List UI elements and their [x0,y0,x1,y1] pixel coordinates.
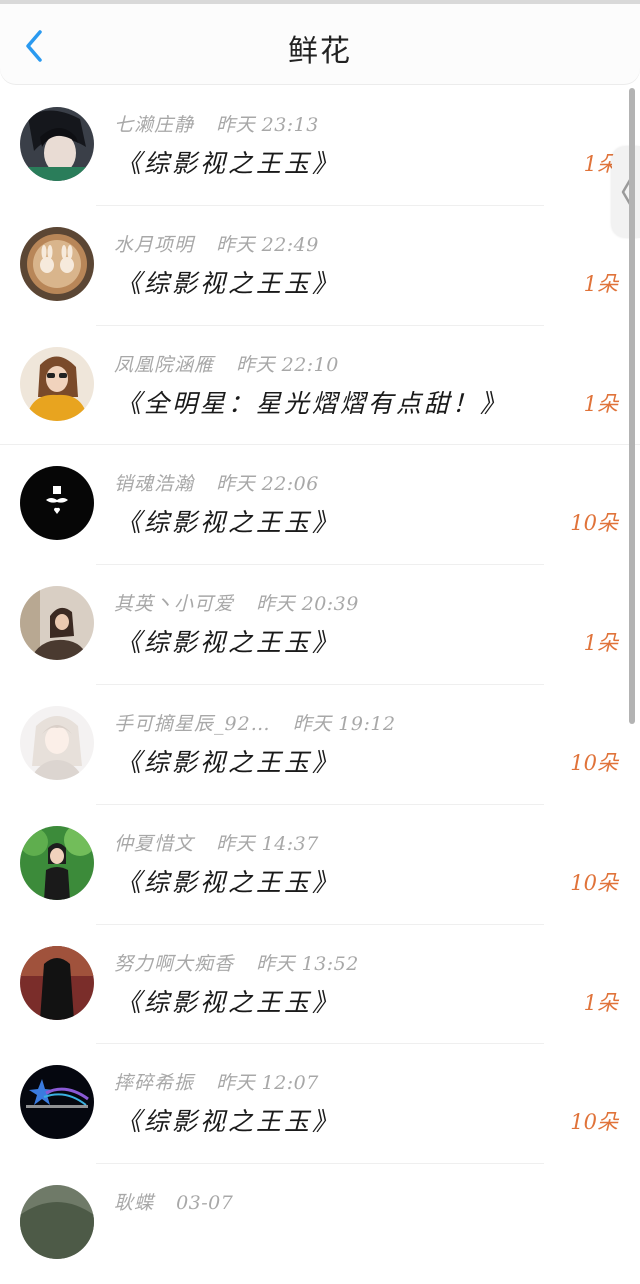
flower-count: 1朵 [583,631,618,656]
send-time: 昨天 12:07 [216,1072,319,1095]
sender-meta: 耿蝶 03-07 [114,1188,233,1218]
book-title[interactable]: 《全明星：星光熠熠有点甜！》 [116,384,508,420]
chevron-left-icon [621,178,632,206]
sender-name[interactable]: 凤凰院涵雁 [114,354,214,376]
sender-name[interactable]: 七濑庄静 [114,114,194,136]
sender-name[interactable]: 其英丶小可爱 [114,593,234,615]
scrollbar[interactable] [629,88,635,724]
book-title[interactable]: 《综影视之王玉》 [116,1102,340,1138]
header-bar: 鲜花 [0,4,640,84]
book-title[interactable]: 《综影视之王玉》 [116,623,340,659]
sender-meta: 摔碎希振 昨天 12:07 [114,1068,319,1098]
flower-count: 1朵 [583,271,618,296]
send-time: 昨天 20:39 [256,593,359,616]
book-title[interactable]: 《综影视之王玉》 [116,743,340,779]
list-item[interactable]: 水月项明 昨天 22:49 《综影视之王玉》 1朵 [0,206,640,326]
book-title[interactable]: 《综影视之王玉》 [116,264,340,300]
list-item[interactable]: 努力啊大痴香 昨天 13:52 《综影视之王玉》 1朵 [0,925,640,1045]
send-time: 昨天 22:10 [236,353,339,376]
sender-meta: 七濑庄静 昨天 23:13 [114,110,319,140]
sender-name[interactable]: 销魂浩瀚 [114,473,194,495]
send-time: 昨天 22:49 [216,233,319,256]
sender-meta: 仲夏惜文 昨天 14:37 [114,829,319,859]
flower-count: 1朵 [583,391,618,416]
avatar[interactable] [20,346,94,421]
book-title[interactable]: 《综影视之王玉》 [116,983,340,1019]
sender-name[interactable]: 水月项明 [114,234,194,256]
avatar[interactable] [20,1065,94,1140]
flower-count: 10朵 [570,1110,618,1135]
avatar[interactable] [20,107,94,181]
sender-meta: 手可摘星辰_92… 昨天 19:12 [114,709,396,739]
avatar[interactable] [20,226,94,301]
sender-meta: 努力啊大痴香 昨天 13:52 [114,949,359,979]
avatar[interactable] [20,825,94,900]
sender-meta: 销魂浩瀚 昨天 22:06 [114,469,319,499]
flower-count: 10朵 [570,870,618,895]
flower-count: 10朵 [570,750,618,775]
sender-meta: 其英丶小可爱 昨天 20:39 [114,589,359,619]
send-time: 昨天 23:13 [216,114,319,136]
sender-meta: 水月项明 昨天 22:49 [114,230,319,260]
avatar[interactable] [20,705,94,780]
page-title: 鲜花 [288,34,352,69]
list-item[interactable]: 其英丶小可爱 昨天 20:39 《综影视之王玉》 1朵 [0,565,640,685]
send-time: 昨天 19:12 [292,712,396,735]
list-item[interactable]: 销魂浩瀚 昨天 22:06 《综影视之王玉》 10朵 [0,445,640,566]
sender-name[interactable]: 耿蝶 [114,1192,154,1214]
side-drawer-tab[interactable] [612,146,640,238]
flower-count: 1朵 [583,990,618,1015]
flower-list[interactable]: 七濑庄静 昨天 23:13 《综影视之王玉》 1朵 水月项明 昨天 22:49 [0,86,640,1284]
send-time: 昨天 13:52 [256,952,359,975]
avatar[interactable] [20,466,94,541]
sender-name[interactable]: 努力啊大痴香 [114,953,234,975]
list-item[interactable]: 手可摘星辰_92… 昨天 19:12 《综影视之王玉》 10朵 [0,685,640,805]
avatar[interactable] [20,586,94,661]
send-time: 昨天 14:37 [216,832,319,855]
sender-name[interactable]: 仲夏惜文 [114,833,194,855]
avatar[interactable] [20,945,94,1020]
list-item[interactable]: 仲夏惜文 昨天 14:37 《综影视之王玉》 10朵 [0,805,640,925]
book-title[interactable]: 《综影视之王玉》 [116,863,340,899]
sender-name[interactable]: 摔碎希振 [114,1072,194,1094]
list-item[interactable]: 摔碎希振 昨天 12:07 《综影视之王玉》 10朵 [0,1044,640,1165]
send-time: 03-07 [176,1192,234,1215]
book-title[interactable]: 《综影视之王玉》 [116,144,340,180]
send-time: 昨天 22:06 [216,473,319,496]
sender-meta: 凤凰院涵雁 昨天 22:10 [114,350,339,380]
book-title[interactable]: 《综影视之王玉》 [116,503,340,539]
list-item[interactable]: 七濑庄静 昨天 23:13 《综影视之王玉》 1朵 [0,86,640,206]
sender-name[interactable]: 手可摘星辰_92… [114,713,271,735]
list-item[interactable]: 耿蝶 03-07 [0,1164,640,1284]
list-item[interactable]: 凤凰院涵雁 昨天 22:10 《全明星：星光熠熠有点甜！》 1朵 [0,326,640,446]
flower-count: 10朵 [570,511,618,536]
avatar[interactable] [20,1185,94,1260]
